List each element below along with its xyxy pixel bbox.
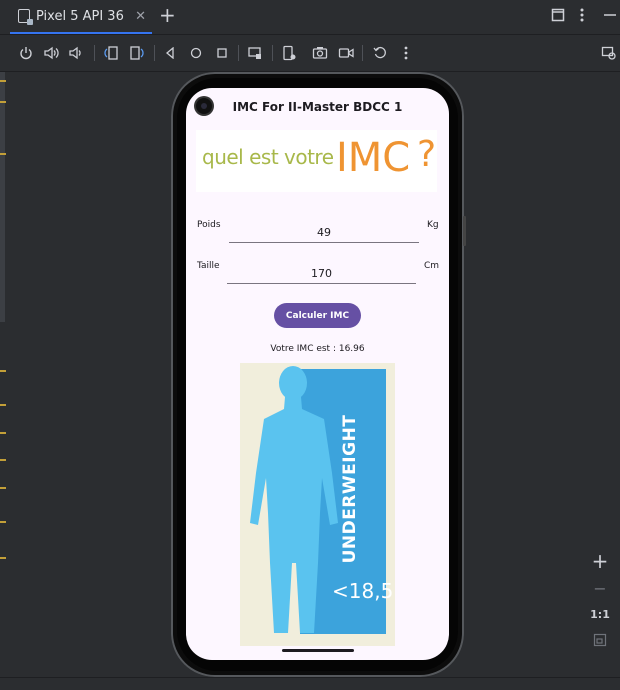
device-icon	[18, 9, 33, 25]
rotate-left-icon[interactable]	[103, 45, 119, 61]
emulator-toolbar	[0, 35, 620, 72]
gutter-marker	[0, 404, 6, 406]
gutter-marker	[0, 487, 6, 489]
app-screen: IMC For II-Master BDCC 1 quel est votre …	[186, 88, 449, 660]
bmi-threshold-label: <18,5	[332, 579, 394, 603]
zoom-in-button[interactable]: +	[586, 548, 614, 574]
tab-bar: Pixel 5 API 36 ✕ +	[0, 0, 620, 35]
weight-unit: Kg	[427, 220, 439, 230]
device-mirror-icon[interactable]	[601, 45, 617, 61]
snapshot-icon[interactable]	[247, 45, 263, 61]
minimize-icon[interactable]	[603, 8, 617, 26]
gutter-marker	[0, 432, 6, 434]
weight-input[interactable]: 49	[229, 223, 419, 243]
reset-icon[interactable]	[372, 45, 388, 61]
close-tab-icon[interactable]: ✕	[135, 9, 146, 24]
back-icon[interactable]	[162, 45, 178, 61]
overview-icon[interactable]	[214, 45, 230, 61]
banner-text-question: ?	[417, 134, 437, 175]
body-silhouette-icon	[250, 366, 338, 633]
toolbar-separator	[272, 45, 273, 61]
record-icon[interactable]	[338, 45, 354, 61]
power-icon[interactable]	[18, 45, 34, 61]
toolbar-separator	[94, 45, 95, 61]
more-icon[interactable]	[398, 45, 414, 61]
imc-result: Votre IMC est : 16.96	[270, 344, 365, 354]
gutter-marker	[0, 521, 6, 523]
restore-window-icon[interactable]	[551, 8, 565, 26]
new-tab-button[interactable]: +	[159, 5, 176, 25]
gutter-marker	[0, 153, 6, 155]
imc-banner-image: quel est votre IMC ?	[196, 130, 437, 192]
banner-text-imc: IMC	[336, 135, 411, 181]
home-icon[interactable]	[188, 45, 204, 61]
toolbar-separator	[154, 45, 155, 61]
device-settings-icon[interactable]	[281, 45, 297, 61]
underweight-image: UNDERWEIGHT <18,5	[240, 363, 395, 646]
screenshot-icon[interactable]	[312, 45, 328, 61]
height-label: Taille	[197, 261, 220, 271]
volume-up-icon[interactable]	[43, 45, 59, 61]
height-unit: Cm	[424, 261, 440, 271]
app-title: IMC For II-Master BDCC 1	[232, 100, 403, 114]
zoom-out-button[interactable]: −	[586, 575, 614, 601]
gutter-marker	[0, 80, 6, 82]
tab-pixel5[interactable]: Pixel 5 API 36 ✕	[10, 0, 152, 34]
banner-text-small: quel est votre	[202, 145, 334, 169]
gutter-marker	[0, 101, 6, 103]
status-bar	[0, 677, 620, 690]
volume-down-icon[interactable]	[68, 45, 84, 61]
more-options-icon[interactable]	[580, 8, 584, 26]
gutter-marker	[0, 370, 6, 372]
height-input[interactable]: 170	[227, 264, 416, 284]
calculate-imc-button[interactable]: Calculer IMC	[274, 303, 361, 328]
toolbar-separator	[362, 45, 363, 61]
left-gutter	[0, 72, 7, 677]
zoom-actual-size-button[interactable]: 1:1	[586, 601, 614, 627]
tab-label: Pixel 5 API 36	[36, 8, 124, 24]
toolbar-separator	[238, 45, 239, 61]
zoom-controls: + − 1:1	[586, 548, 614, 660]
weight-label: Poids	[197, 220, 221, 230]
gesture-nav-bar[interactable]	[282, 649, 354, 652]
underweight-label: UNDERWEIGHT	[340, 414, 360, 564]
gutter-scroll[interactable]	[0, 72, 5, 322]
gutter-marker	[0, 459, 6, 461]
phone-side-button	[463, 216, 466, 246]
gutter-marker	[0, 557, 6, 559]
rotate-right-icon[interactable]	[129, 45, 145, 61]
zoom-fit-icon[interactable]	[586, 627, 614, 653]
